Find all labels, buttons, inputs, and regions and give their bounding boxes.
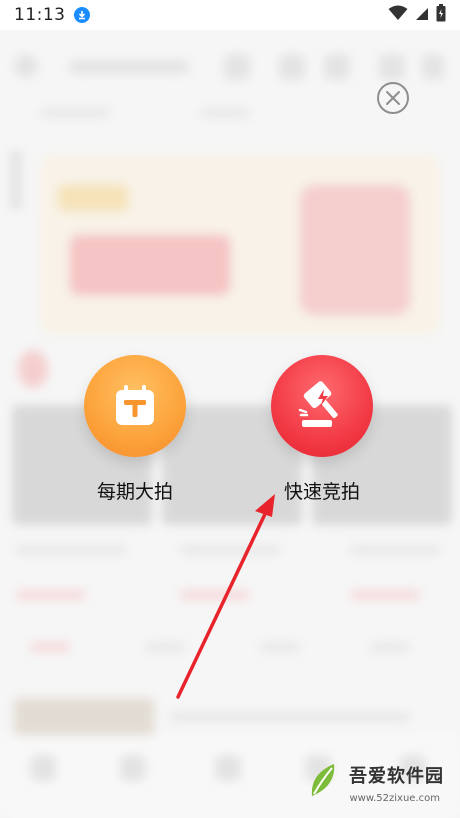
quick-auction-label: 快速竞拍 (283, 481, 360, 503)
modal-overlay[interactable] (0, 0, 460, 818)
download-icon (73, 7, 90, 23)
watermark: 吾爱软件园 www.52zixue.com (310, 740, 450, 810)
status-right (388, 4, 446, 26)
quick-auction-button[interactable]: 快速竞拍 (271, 355, 373, 504)
status-time: 11:13 (14, 5, 66, 25)
periodic-auction-button[interactable]: 每期大拍 (84, 355, 186, 504)
watermark-url: www.52zixue.com (349, 793, 441, 804)
lightning-gavel-icon (298, 381, 338, 427)
battery-icon (436, 4, 446, 26)
periodic-auction-label: 每期大拍 (96, 481, 173, 503)
periodic-auction-circle[interactable] (84, 355, 186, 457)
leaf-logo-icon (311, 764, 335, 796)
status-left: 11:13 (14, 5, 90, 25)
watermark-title: 吾爱软件园 (349, 766, 444, 787)
signal-icon (415, 6, 429, 25)
close-icon (386, 91, 400, 105)
close-button[interactable] (377, 82, 409, 114)
calendar-gavel-icon (116, 385, 154, 425)
wifi-icon (388, 5, 408, 25)
quick-auction-circle[interactable] (271, 355, 373, 457)
status-bar: 11:13 (0, 0, 460, 30)
